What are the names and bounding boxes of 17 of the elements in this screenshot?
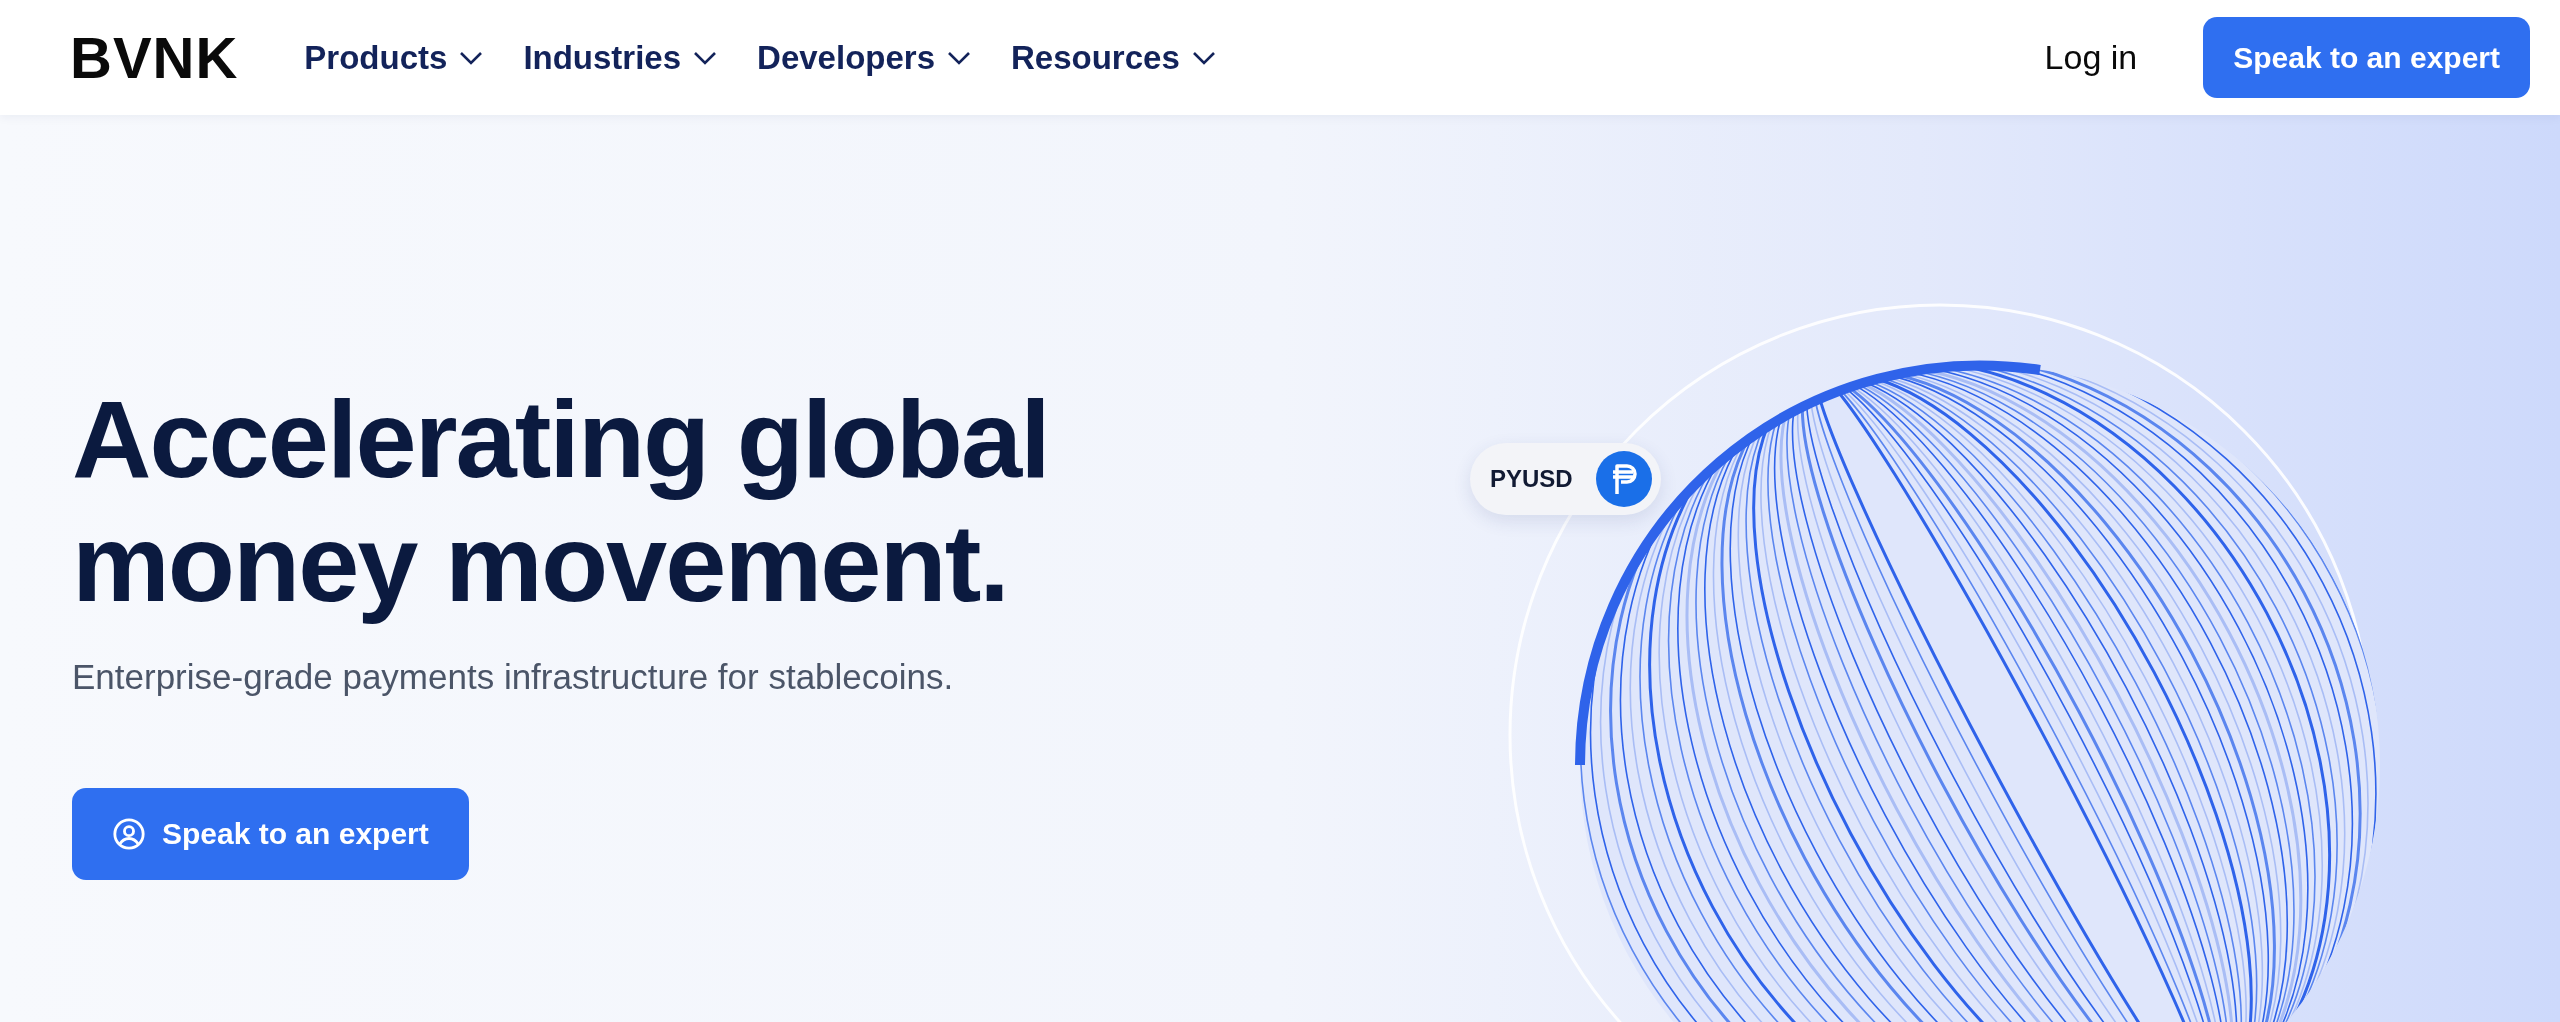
user-circle-icon [112,816,146,851]
chevron-down-icon [1191,50,1216,65]
hero-heading: Accelerating global money movement. [72,377,1050,625]
brand-logo[interactable]: BVNK [70,28,239,87]
speak-to-expert-button[interactable]: Speak to an expert [72,787,469,880]
nav-menu-item[interactable]: Developers [757,32,971,83]
nav-menu-item[interactable]: Industries [523,32,718,83]
coin-icon [1594,450,1653,508]
hero-subtitle: Enterprise-grade payments infrastructure for stablecoins. [72,656,955,698]
chevron-down-icon [693,50,718,65]
chevron-down-icon [947,50,971,65]
token-label: PYUSD [1490,464,1573,494]
nav-menu-item[interactable]: Products [304,32,484,83]
speak-to-expert-button[interactable]: Speak to an expert [2203,17,2530,98]
login-link[interactable]: Log in [2038,31,2144,84]
nav-menu-item[interactable]: Resources [1011,32,1216,83]
chevron-down-icon [459,50,484,65]
